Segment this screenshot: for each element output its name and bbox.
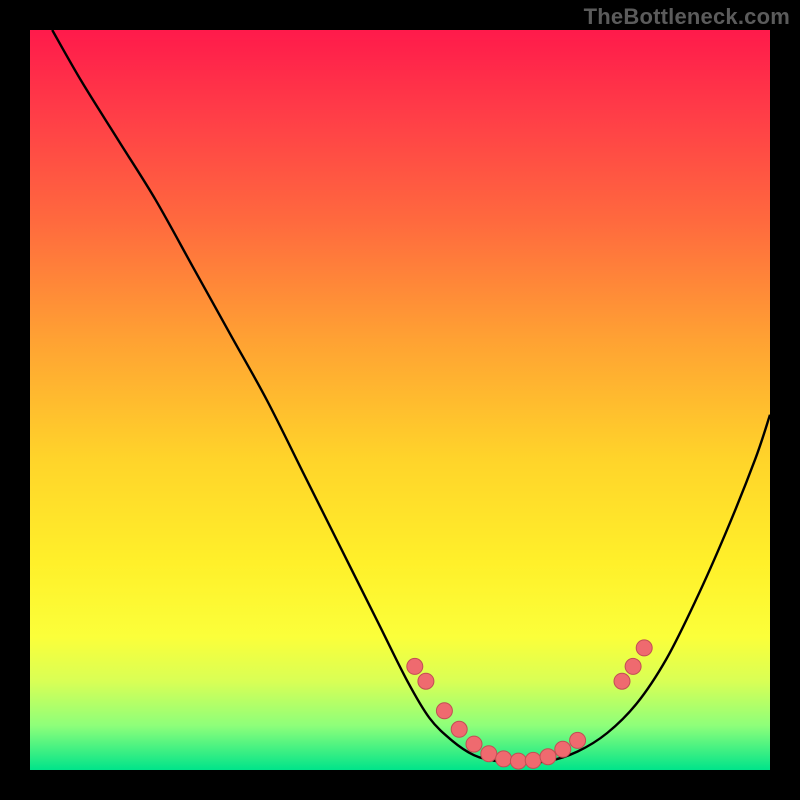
highlighted-dot [525,752,541,768]
watermark-text: TheBottleneck.com [584,4,790,30]
highlighted-dots-group [407,640,652,769]
highlighted-dot [466,736,482,752]
highlighted-dot [496,751,512,767]
highlighted-dot [555,741,571,757]
highlighted-dot [636,640,652,656]
chart-svg [30,30,770,770]
highlighted-dot [570,732,586,748]
chart-frame: TheBottleneck.com [0,0,800,800]
highlighted-dot [418,673,434,689]
highlighted-dot [540,749,556,765]
bottleneck-curve [52,30,770,763]
highlighted-dot [510,753,526,769]
highlighted-dot [436,703,452,719]
highlighted-dot [625,658,641,674]
highlighted-dot [407,658,423,674]
highlighted-dot [481,746,497,762]
highlighted-dot [451,721,467,737]
highlighted-dot [614,673,630,689]
